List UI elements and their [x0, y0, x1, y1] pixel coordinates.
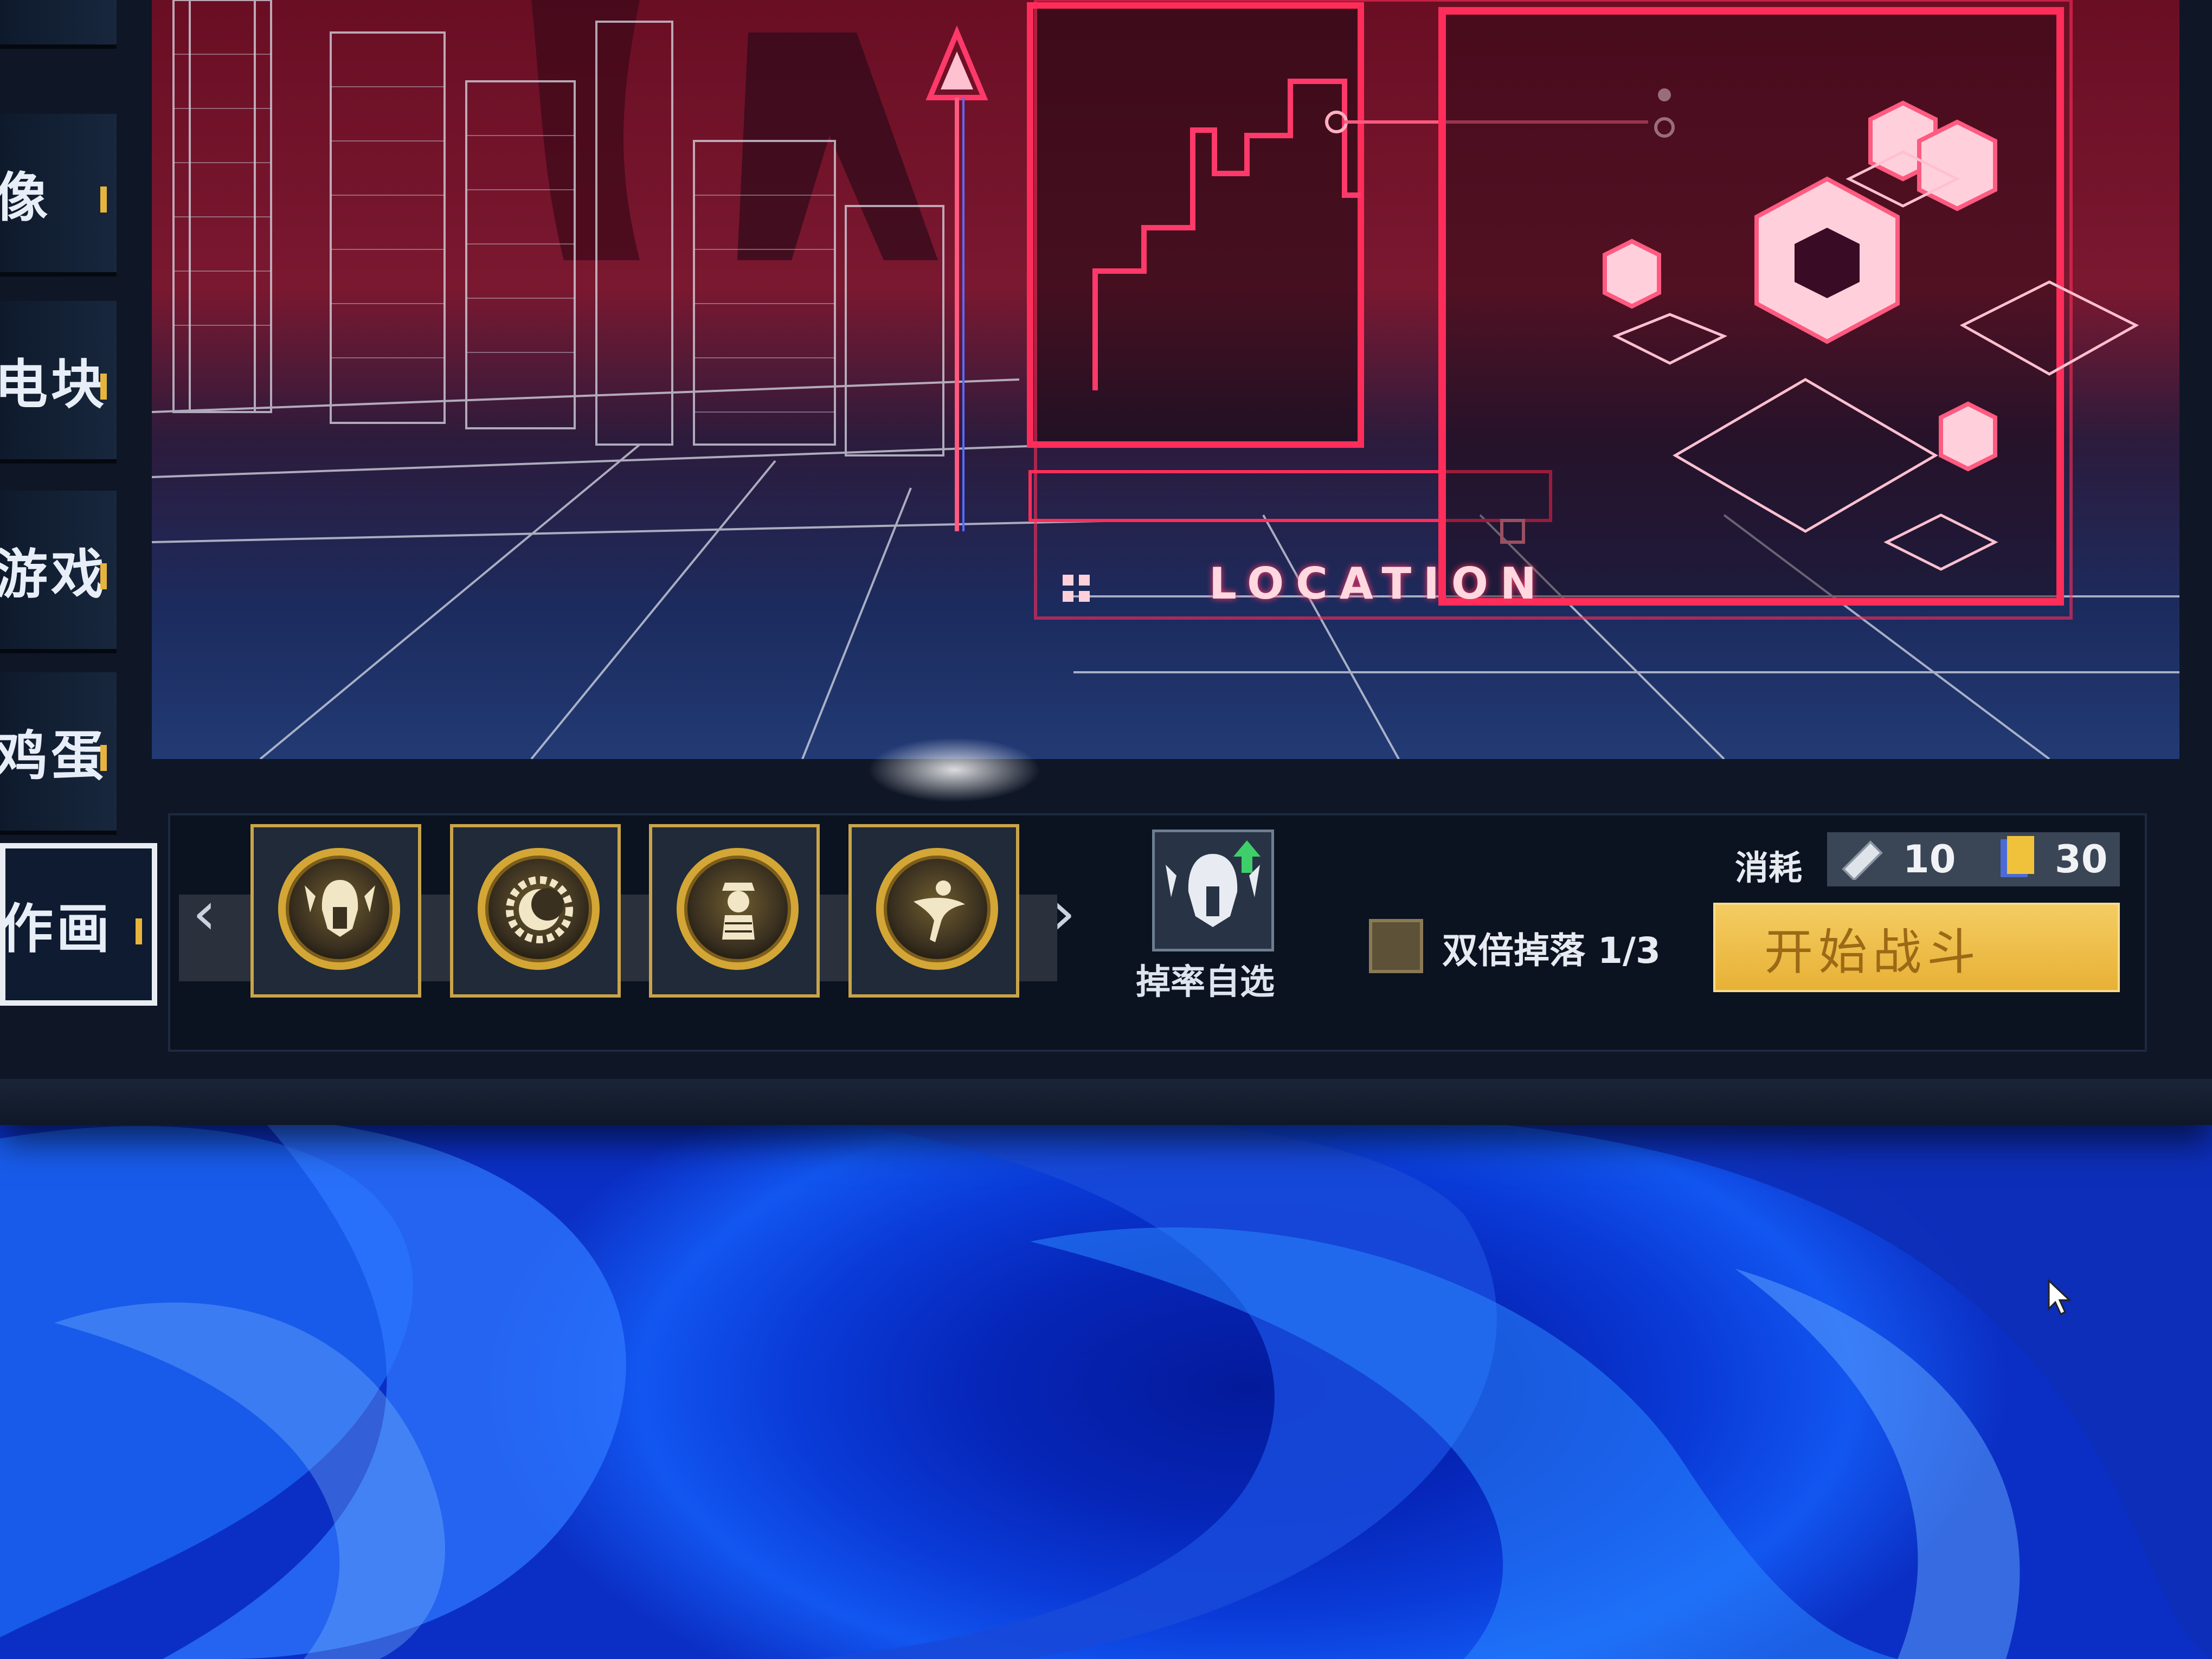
sidebar-marker [100, 187, 107, 213]
drop-item-4[interactable] [848, 824, 1019, 998]
drop-item-1[interactable] [250, 824, 421, 998]
sidebar-item-4[interactable]: 游戏 [0, 491, 117, 653]
sidebar-item-label: 鸡蛋 [0, 725, 108, 787]
helmet-up-arrow-icon [1155, 840, 1271, 951]
ticket-icon [1838, 837, 1887, 882]
sidebar-marker [100, 563, 107, 590]
screen-glare [867, 737, 1041, 802]
sidebar-item-3[interactable]: 电块 [0, 301, 117, 464]
location-label: LOCATION [1209, 558, 1548, 609]
start-battle-button[interactable]: 开始战斗 [1713, 903, 2120, 992]
cost-item-card: 30 [1990, 832, 2120, 886]
drop-item-2[interactable] [450, 824, 621, 998]
sidebar-item-label: 游戏 [0, 544, 108, 606]
dancer-emblem-icon [876, 848, 998, 970]
card-cost: 30 [2055, 837, 2108, 882]
monitor-bezel [0, 1079, 2212, 1125]
gear-crescent-icon [478, 848, 600, 970]
sidebar-item-5[interactable]: 鸡蛋 [0, 672, 117, 835]
soldier-emblem-icon [677, 848, 799, 970]
drop-item-3[interactable] [649, 824, 820, 998]
sidebar-item-label: 作画 [0, 898, 113, 960]
card-icon [1995, 834, 2039, 885]
cost-label: 消耗 [1735, 848, 1803, 888]
double-drop-label: 双倍掉落 1/3 [1442, 930, 1661, 972]
sidebar-item-label: 电块 [0, 354, 108, 416]
prev-arrow-icon[interactable]: ‹ [192, 878, 216, 948]
double-drop-checkbox[interactable] [1369, 919, 1423, 973]
stage-sidebar: 廓 像 电块 游戏 鸡蛋 作画 [0, 0, 157, 1019]
desktop-wallpaper [0, 1106, 2212, 1659]
sidebar-marker [100, 745, 107, 771]
sidebar-item-6-active[interactable]: 作画 [0, 843, 157, 1006]
sidebar-marker [136, 918, 142, 944]
cost-item-ticket: 10 [1827, 832, 1990, 886]
rate-select-button[interactable] [1152, 829, 1274, 951]
sidebar-item-2[interactable]: 像 [0, 114, 117, 276]
sidebar-item-label: 廓 [0, 0, 51, 4]
game-window: LOCATION 廓 像 电块 游戏 鸡蛋 作画 ‹ › [0, 0, 2212, 1125]
winged-helmet-icon [278, 848, 400, 970]
next-arrow-icon[interactable]: › [1052, 878, 1076, 948]
sidebar-marker [100, 374, 107, 400]
sidebar-item-label: 像 [0, 167, 52, 229]
stage-artwork: LOCATION [152, 0, 2179, 759]
sidebar-item-1[interactable]: 廓 [0, 0, 117, 49]
rate-select-label[interactable]: 掉率自选 [1136, 954, 1275, 1004]
ticket-cost: 10 [1903, 837, 1956, 882]
